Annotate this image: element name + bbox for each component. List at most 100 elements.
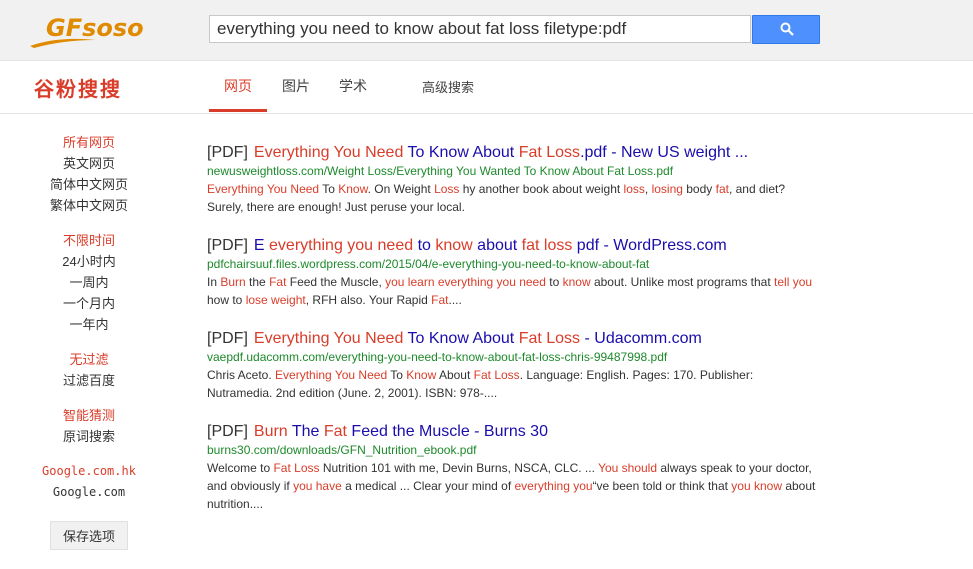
file-type-tag: [PDF] — [207, 330, 248, 347]
result-snippet: Welcome to Fat Loss Nutrition 101 with m… — [207, 459, 817, 513]
logo-text: GFsoso — [46, 14, 144, 42]
highlighted-term: you have — [293, 479, 342, 493]
sidebar-item-no-filter[interactable]: 无过滤 — [36, 349, 142, 370]
active-tab-indicator — [209, 109, 267, 112]
sidebar-item-smart-guess[interactable]: 智能猜测 — [36, 405, 142, 426]
text-run: Chris Aceto. — [207, 368, 276, 382]
tab-images[interactable]: 图片 — [282, 76, 310, 96]
highlighted-term: losing — [651, 182, 683, 196]
nav-row: 谷粉搜搜 网页 图片 学术 高级搜索 — [0, 61, 973, 114]
text-run: to — [545, 275, 563, 289]
highlighted-term: Know — [338, 182, 368, 196]
sidebar-item-traditional-chinese[interactable]: 繁体中文网页 — [36, 195, 142, 216]
content-filter: 无过滤 过滤百度 — [36, 349, 142, 391]
sidebar: 所有网页 英文网页 简体中文网页 繁体中文网页 不限时间 24小时内 一周内 一… — [36, 132, 142, 564]
text-run: , RFH also. Your Rapid — [305, 293, 432, 307]
search-input[interactable]: everything you need to know about fat lo… — [209, 15, 751, 43]
text-run: to — [413, 237, 436, 254]
result-url[interactable]: burns30.com/downloads/GFN_Nutrition_eboo… — [207, 442, 817, 459]
text-run: E — [253, 237, 270, 254]
highlighted-term: Fat — [323, 423, 347, 440]
sidebar-item-english-pages[interactable]: 英文网页 — [36, 153, 142, 174]
search-icon — [780, 22, 794, 36]
sidebar-item-exact-search[interactable]: 原词搜索 — [36, 426, 142, 447]
text-run: About — [472, 330, 515, 347]
result-item: [PDF] Everything You Need To Know About F… — [207, 329, 817, 402]
top-bar: GFsoso everything you need to know about… — [0, 0, 973, 61]
text-run: Feed the Muscle, — [286, 275, 386, 289]
highlighted-term: everything you need — [269, 237, 414, 254]
highlighted-term: Burn — [253, 423, 288, 440]
save-options-button[interactable]: 保存选项 — [49, 521, 128, 550]
text-run: To Know — [403, 144, 473, 161]
result-title[interactable]: [PDF] Burn The Fat Feed the Muscle - Burn… — [207, 422, 817, 442]
text-run: To Know — [403, 330, 473, 347]
time-filter: 不限时间 24小时内 一周内 一个月内 一年内 — [36, 230, 142, 335]
query-mode: 智能猜测 原词搜索 — [36, 405, 142, 447]
highlighted-term: Fat Loss — [514, 144, 581, 161]
result-title[interactable]: [PDF] Everything You Need To Know About F… — [207, 329, 817, 349]
highlighted-term: Everything You Need — [275, 368, 388, 382]
text-run: The — [287, 423, 324, 440]
result-item: [PDF] Everything You Need To Know About F… — [207, 143, 817, 216]
gfsoso-logo[interactable]: GFsoso — [28, 12, 158, 48]
text-run: about. Unlike most programs that — [590, 275, 775, 289]
highlighted-term: tell you — [774, 275, 813, 289]
highlighted-term: Fat — [269, 275, 287, 289]
sidebar-item-past-month[interactable]: 一个月内 — [36, 293, 142, 314]
file-type-tag: [PDF] — [207, 237, 248, 254]
result-title[interactable]: [PDF] Everything You Need To Know About F… — [207, 143, 817, 163]
text-run: about — [472, 237, 522, 254]
result-snippet: Chris Aceto. Everything You Need To Know… — [207, 366, 817, 402]
highlighted-term: Fat Loss — [514, 330, 581, 347]
highlighted-term: Everything You Need — [253, 330, 404, 347]
brand-name[interactable]: 谷粉搜搜 — [34, 73, 122, 102]
sidebar-item-google-hk[interactable]: Google.com.hk — [36, 461, 142, 482]
highlighted-term: know — [562, 275, 591, 289]
highlighted-term: Fat Loss — [273, 461, 320, 475]
highlighted-term: loss — [623, 182, 645, 196]
highlighted-term: You should — [598, 461, 658, 475]
result-item: [PDF] E everything you need to know about… — [207, 236, 817, 309]
result-title[interactable]: [PDF] E everything you need to know about… — [207, 236, 817, 256]
text-run: - Udacomm.com — [580, 330, 702, 347]
result-url[interactable]: pdfchairsuuf.files.wordpress.com/2015/04… — [207, 256, 817, 273]
search-button[interactable] — [752, 15, 820, 44]
highlighted-term: Fat — [431, 293, 449, 307]
text-run: About — [436, 368, 474, 382]
text-run: body — [682, 182, 716, 196]
text-run: .... — [448, 293, 462, 307]
sidebar-item-24-hours[interactable]: 24小时内 — [36, 251, 142, 272]
text-run: Nutrition 101 with me, Devin Burns, NSCA… — [319, 461, 599, 475]
tab-scholar[interactable]: 学术 — [339, 76, 367, 96]
text-run: how to — [207, 293, 246, 307]
highlighted-term: fat — [715, 182, 729, 196]
highlighted-term: Loss — [434, 182, 460, 196]
text-run: pdf - WordPress.com — [572, 237, 727, 254]
highlighted-term: Fat Loss — [473, 368, 520, 382]
sidebar-item-past-week[interactable]: 一周内 — [36, 272, 142, 293]
text-run: To — [387, 368, 407, 382]
highlighted-term: you learn everything you need — [385, 275, 546, 289]
text-run: .pdf - New US weight ... — [580, 144, 749, 161]
sidebar-item-all-pages[interactable]: 所有网页 — [36, 132, 142, 153]
tab-advanced-search[interactable]: 高级搜索 — [422, 77, 474, 96]
sidebar-item-google-com[interactable]: Google.com — [36, 482, 142, 503]
sidebar-item-simplified-chinese[interactable]: 简体中文网页 — [36, 174, 142, 195]
text-run: “ve been told or think that — [592, 479, 732, 493]
text-run: hy another book about weight — [459, 182, 624, 196]
sidebar-item-any-time[interactable]: 不限时间 — [36, 230, 142, 251]
results-list: [PDF] Everything You Need To Know About F… — [207, 143, 817, 533]
text-run: Welcome to — [207, 461, 274, 475]
tab-web[interactable]: 网页 — [224, 76, 252, 96]
result-url[interactable]: vaepdf.udacomm.com/everything-you-need-t… — [207, 349, 817, 366]
highlighted-term: Everything You Need — [207, 182, 320, 196]
sidebar-item-filter-baidu[interactable]: 过滤百度 — [36, 370, 142, 391]
highlighted-term: Know — [406, 368, 437, 382]
text-run: To — [319, 182, 339, 196]
highlighted-term: you know — [731, 479, 782, 493]
sidebar-item-past-year[interactable]: 一年内 — [36, 314, 142, 335]
text-run: Feed the Muscle - Burns 30 — [346, 423, 548, 440]
highlighted-term: lose weight — [245, 293, 306, 307]
result-url[interactable]: newusweightloss.com/Weight Loss/Everythi… — [207, 163, 817, 180]
